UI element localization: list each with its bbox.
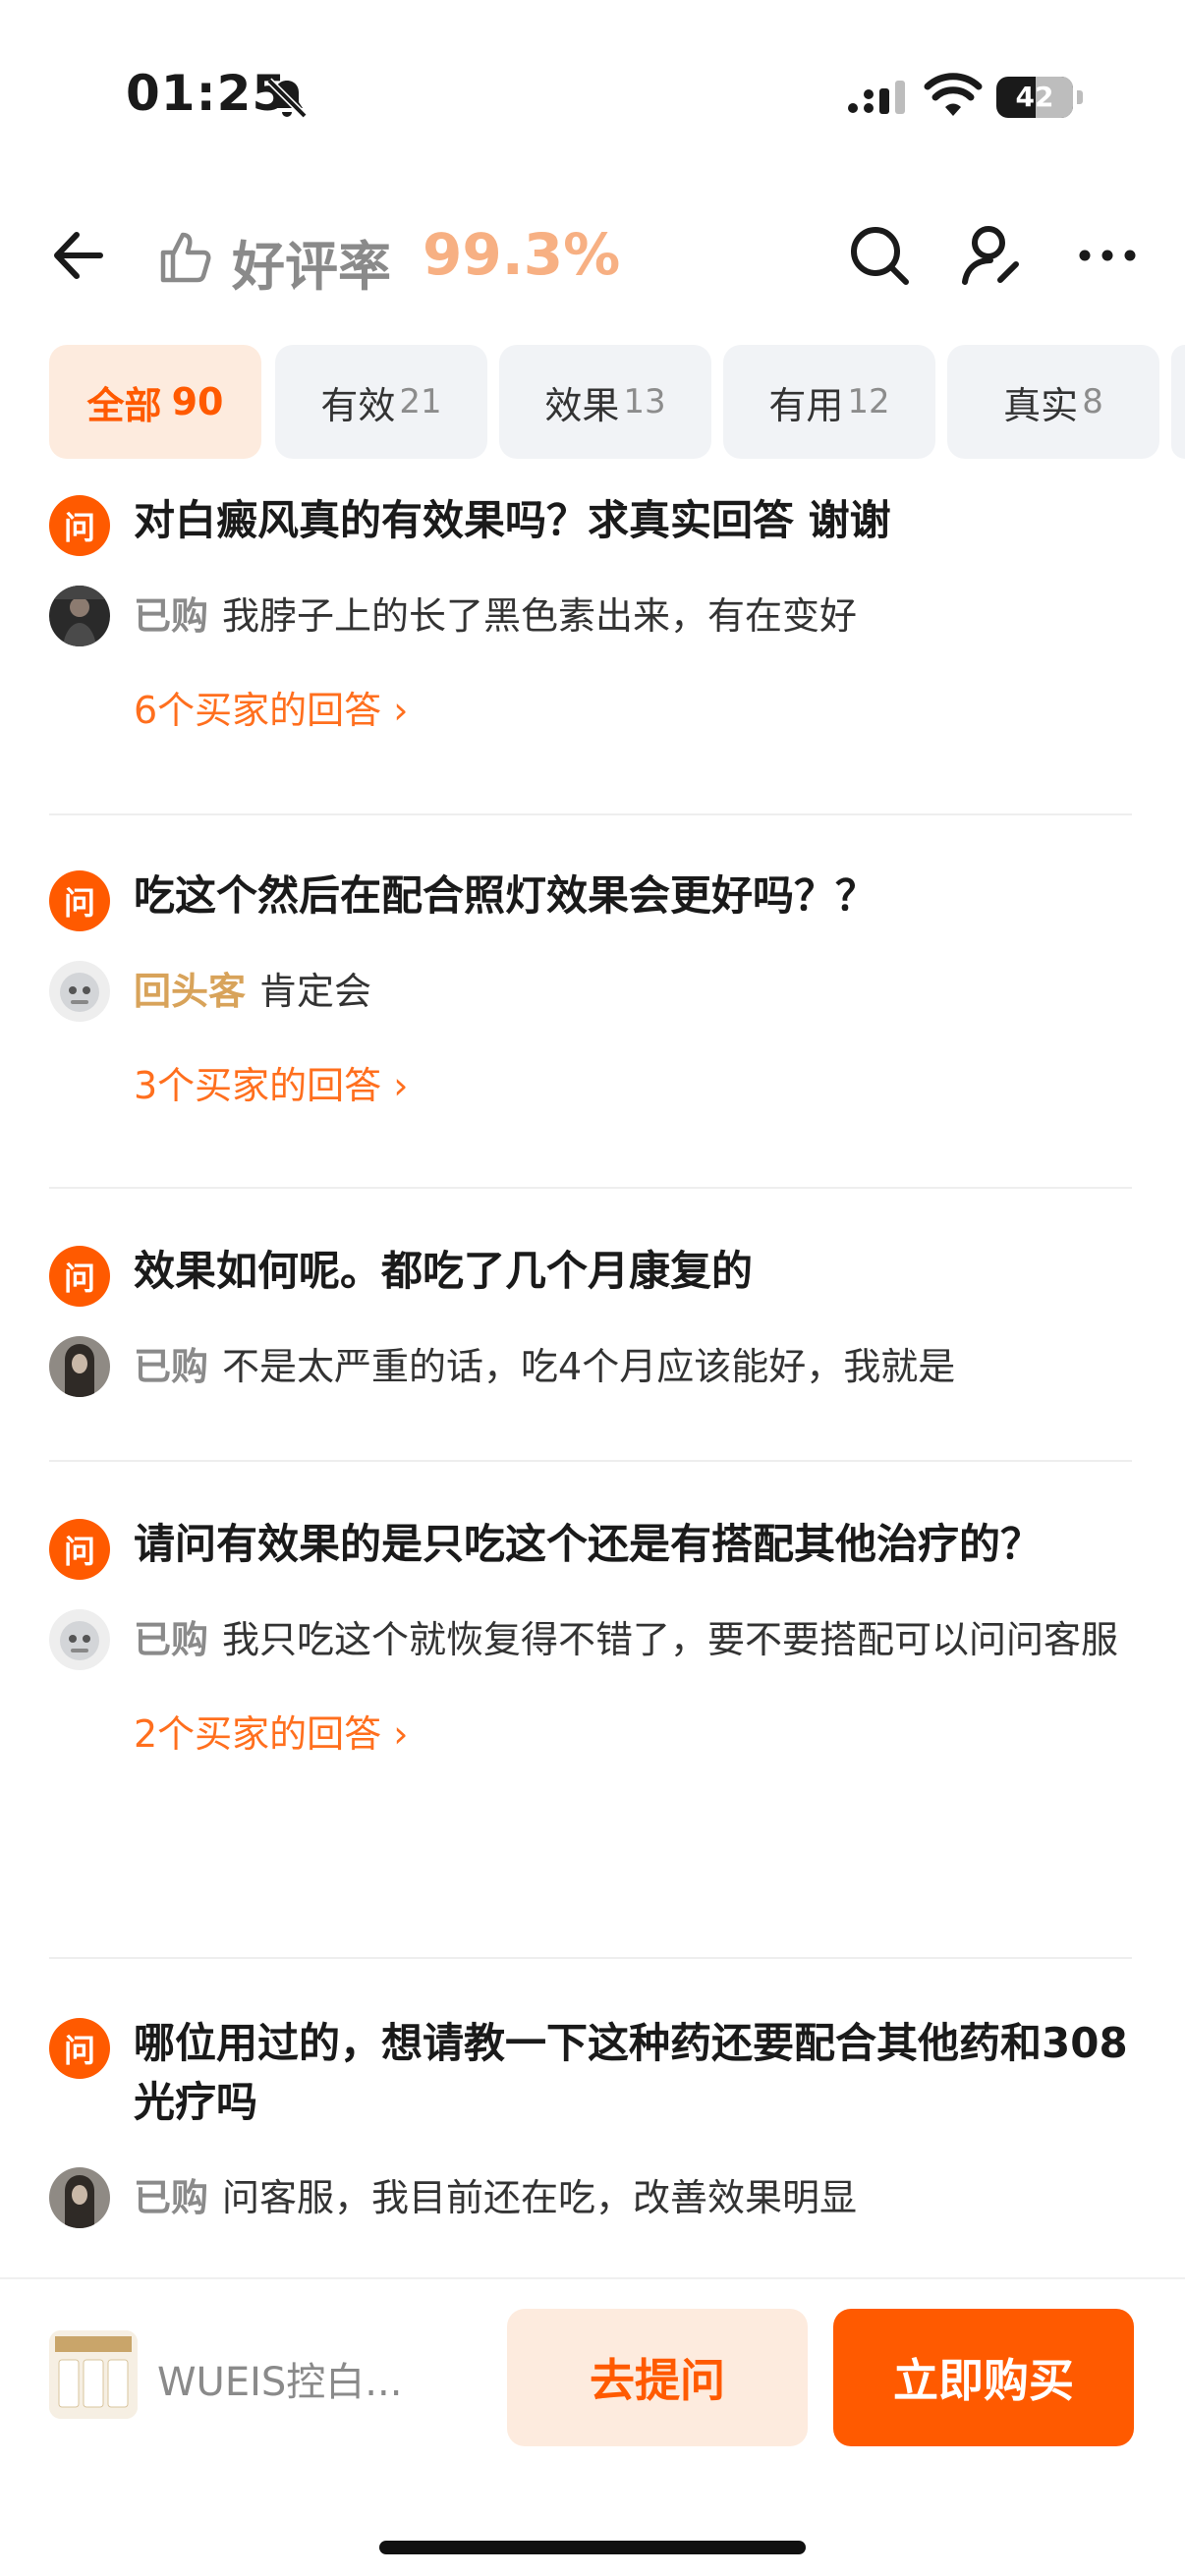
thumbs-up-icon: [160, 232, 211, 283]
tab-effective[interactable]: 有效 21: [275, 345, 487, 459]
answer-tag: 已购: [134, 1618, 209, 1661]
avatar: [49, 961, 110, 1022]
avatar: [49, 2167, 110, 2228]
answer-text: 问客服，我目前还在吃，改善效果明显: [222, 2176, 858, 2219]
buy-now-button[interactable]: 立即购买: [833, 2309, 1134, 2446]
tab-label: 全部: [86, 383, 162, 427]
rating-value: 99.3%: [423, 221, 621, 288]
more-answers-link[interactable]: 2个买家的回答 ›: [49, 1704, 1132, 1758]
bell-muted-icon: [266, 78, 308, 119]
question-text: 请问有效果的是只吃这个还是有搭配其他治疗的？: [134, 1520, 1043, 1568]
divider: [49, 1460, 1132, 1462]
answer-tag: 已购: [134, 594, 209, 638]
chevron-right-icon: ›: [393, 689, 409, 732]
question-badge: 问: [49, 2018, 110, 2079]
battery-level: 42: [1015, 81, 1054, 113]
answer-text: 我脖子上的长了黑色素出来，有在变好: [222, 594, 858, 638]
answer-text: 肯定会: [259, 970, 372, 1013]
avatar: [49, 1336, 110, 1397]
question-badge: 问: [49, 1519, 110, 1580]
ask-question-button[interactable]: 去提问: [507, 2309, 808, 2446]
question-badge: 问: [49, 1246, 110, 1307]
tab-label: 有效: [320, 383, 396, 427]
question-text: 哪位用过的，想请教一下这种药还要配合其他药和308光疗吗: [134, 2019, 1128, 2126]
home-indicator[interactable]: [379, 2541, 806, 2554]
more-answers-label: 2个买家的回答: [134, 1712, 382, 1756]
user-edit-icon[interactable]: [955, 219, 1028, 292]
qa-item[interactable]: 问 请问有效果的是只吃这个还是有搭配其他治疗的？ 已购 我只吃这个就恢复得不错了，…: [49, 1515, 1132, 1758]
tab-label: 真实: [1003, 383, 1079, 427]
divider: [49, 1957, 1132, 1959]
cellular-signal-icon: [848, 81, 905, 114]
answer-text: 我只吃这个就恢复得不错了，要不要搭配可以问问客服: [222, 1618, 1119, 1661]
answer-tag: 回头客: [134, 970, 247, 1013]
tab-all[interactable]: 全部 90: [49, 345, 261, 459]
header: 好评率 99.3%: [0, 192, 1185, 319]
tab-count: 12: [847, 382, 890, 421]
tab-count: 13: [623, 382, 666, 421]
qa-item[interactable]: 问 效果如何呢。都吃了几个月康复的 已购 不是太严重的话，吃4个月应该能好，我就是: [49, 1242, 1132, 1397]
product-name[interactable]: WUEIS控白...: [157, 2350, 402, 2407]
status-bar: 01:25 42: [0, 0, 1185, 192]
more-answers-label: 3个买家的回答: [134, 1064, 382, 1107]
avatar: [49, 586, 110, 646]
product-thumbnail[interactable]: [49, 2330, 138, 2419]
search-icon[interactable]: [843, 219, 916, 292]
battery-icon: 42: [996, 77, 1083, 118]
back-arrow-icon[interactable]: [43, 221, 112, 290]
answer-text: 不是太严重的话，吃4个月应该能好，我就是: [222, 1345, 956, 1388]
bottom-action-bar: WUEIS控白... 去提问 立即购买: [0, 2277, 1185, 2576]
tab-genuine[interactable]: 真实 8: [947, 345, 1159, 459]
filter-tabs: 全部 90 有效 21 效果 13 有用 12 真实 8: [49, 345, 1185, 459]
divider: [49, 1187, 1132, 1189]
more-answers-label: 6个买家的回答: [134, 689, 382, 732]
answer-tag: 已购: [134, 1345, 209, 1388]
tab-results[interactable]: 效果 13: [499, 345, 711, 459]
qa-item[interactable]: 问 吃这个然后在配合照灯效果会更好吗？？ 回头客 肯定会 3个买家的回答 ›: [49, 867, 1132, 1109]
answer-tag: 已购: [134, 2176, 209, 2219]
question-badge: 问: [49, 870, 110, 931]
tab-overflow[interactable]: [1171, 345, 1185, 459]
rating-label: 好评率: [232, 236, 391, 298]
chevron-right-icon: ›: [393, 1064, 409, 1107]
avatar: [49, 1609, 110, 1670]
tab-count: 8: [1082, 382, 1103, 421]
tab-label: 有用: [768, 383, 844, 427]
qa-item[interactable]: 问 哪位用过的，想请教一下这种药还要配合其他药和308光疗吗 已购 问客服，我目前…: [49, 2014, 1132, 2228]
chevron-right-icon: ›: [393, 1712, 409, 1756]
question-text: 对白癜风真的有效果吗？求真实回答 谢谢: [134, 496, 891, 544]
more-answers-link[interactable]: 3个买家的回答 ›: [49, 1055, 1132, 1109]
qa-item[interactable]: 问 对白癜风真的有效果吗？求真实回答 谢谢 已购 我脖子上的长了黑色素出来，有在变…: [49, 491, 1132, 734]
wifi-icon: [924, 73, 983, 116]
tab-useful[interactable]: 有用 12: [723, 345, 935, 459]
tab-count: 90: [171, 380, 224, 423]
tab-label: 效果: [544, 383, 620, 427]
divider: [49, 813, 1132, 815]
question-text: 效果如何呢。都吃了几个月康复的: [134, 1247, 754, 1295]
more-answers-link[interactable]: 6个买家的回答 ›: [49, 680, 1132, 734]
more-options-icon[interactable]: [1071, 219, 1144, 292]
question-badge: 问: [49, 495, 110, 556]
tab-count: 21: [399, 382, 442, 421]
question-text: 吃这个然后在配合照灯效果会更好吗？？: [134, 871, 877, 920]
